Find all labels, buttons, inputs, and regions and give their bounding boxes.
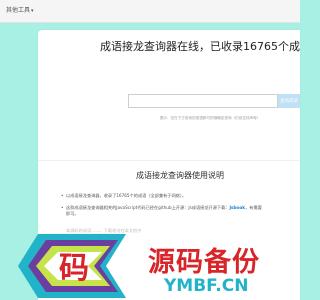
section-divider bbox=[38, 160, 300, 161]
chevron-down-icon: ▾ bbox=[31, 8, 34, 14]
watermark-glyph: 码 bbox=[59, 251, 89, 286]
other-tools-label: 其他工具 bbox=[6, 7, 31, 14]
usage-list: 以成语接龙查询器，收录了16765个的成语（全部兼有于网络）。 这款成语接龙查询… bbox=[58, 193, 300, 223]
other-tools-menu[interactable]: 其他工具▾ bbox=[6, 5, 34, 14]
list-item: 以成语接龙查询器，收录了16765个的成语（全部兼有于网络）。 bbox=[58, 193, 300, 199]
usage-item-text: 以成语接龙查询器，收录了16765个的成语（全部兼有于网络）。 bbox=[66, 193, 187, 198]
search-button[interactable]: 查询成语 bbox=[278, 94, 300, 108]
watermark-cn-text: 源码备份 bbox=[148, 247, 260, 278]
usage-item-text: 这款成语接龙查询器相关的JavaScript代码已经在github上开源：Js成… bbox=[66, 205, 230, 210]
top-navbar: 其他工具▾ bbox=[0, 0, 300, 23]
watermark-logo: 码 源码备份 YMBF.CN bbox=[18, 232, 300, 300]
idiom-search-input[interactable] bbox=[128, 94, 278, 108]
jsbook-link[interactable]: Jsbook bbox=[229, 205, 245, 210]
watermark-en-text: YMBF.CN bbox=[164, 276, 249, 296]
page-title: 成语接龙查询器在线，已收录16765个成 bbox=[100, 40, 300, 53]
list-item: 这款成语接龙查询器相关的JavaScript代码已经在github上开源：Js成… bbox=[58, 205, 300, 217]
usage-item-suffix: ，有需要 bbox=[245, 205, 262, 210]
usage-section-title: 成语接龙查询器使用说明 bbox=[136, 171, 224, 180]
watermark-badge-icon: 码 bbox=[18, 234, 126, 298]
search-hint: 提示：仅在下方查询的成语即可的哦确定查询（仍然支持声母） bbox=[159, 116, 261, 120]
usage-item-continuation: 即可。 bbox=[66, 211, 79, 216]
